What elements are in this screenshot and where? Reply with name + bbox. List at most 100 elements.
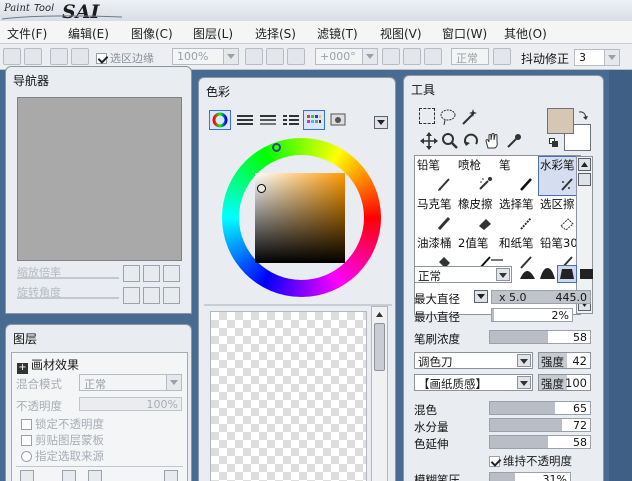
blur-pressure-slider[interactable]: 31% [489,472,571,481]
brush-slot[interactable]: 橡皮擦 [457,196,497,234]
texture-dropdown[interactable]: 【画纸质感】 [414,374,533,391]
lock-opacity-checkbox[interactable] [21,419,32,430]
scroll-up-icon[interactable] [373,308,386,321]
clip-mask-toggle[interactable]: 剪贴图层蒙板 [21,432,104,448]
menu-edit[interactable]: 编辑(E) [68,25,109,42]
menu-file[interactable]: 文件(F) [7,25,47,42]
brush-slot[interactable]: 选择笔 [498,196,538,234]
texture-strength-field[interactable]: 强度 100 [538,374,591,391]
brush-slot[interactable]: 铅笔 [416,157,456,195]
layer-blend-dropdown[interactable]: 正常 [79,374,182,391]
nav-zoom-out-button[interactable] [123,265,140,282]
hsv-slider-tab[interactable] [258,111,278,129]
selection-mode-button[interactable] [71,48,89,65]
scroll-thumb[interactable] [374,323,385,371]
nav-zoom-reset-button[interactable] [163,265,180,282]
zoom-icon[interactable] [441,132,459,150]
rotate-right-button[interactable] [403,48,421,65]
color-panel-menu-button[interactable] [374,116,388,129]
lock-opacity-toggle[interactable]: 锁定不透明度 [21,416,104,432]
hand-icon[interactable] [483,132,501,150]
brush-slot[interactable]: 马克笔 [416,196,456,234]
rgb-slider-tab[interactable] [235,111,255,129]
scratchpad-tab[interactable] [328,111,348,129]
persistence-slider[interactable]: 58 [489,435,591,449]
zoom-slider[interactable] [17,277,119,279]
density-slider[interactable]: 58 [489,330,591,344]
navigator-preview[interactable] [17,97,182,261]
stabilizer-dropdown[interactable]: 3 [574,49,620,66]
rotation-dropdown[interactable]: +000° [315,48,378,65]
nav-rotate-reset-button[interactable] [163,287,180,304]
magic-wand-icon[interactable] [460,108,478,126]
swatches-tab[interactable] [303,110,325,130]
brush-slot[interactable]: 喷枪 [457,157,497,195]
selection-tool-button[interactable] [50,48,68,65]
layer-opacity-slider[interactable]: 100% [79,397,182,411]
new-layer-button[interactable] [20,470,34,481]
zoom-in-button[interactable] [266,48,284,65]
clip-mask-checkbox[interactable] [21,435,32,446]
min-size-slider[interactable]: 2% [491,308,573,322]
rotate-reset-button[interactable] [424,48,442,65]
menu-select[interactable]: 选择(S) [255,25,296,42]
keep-opacity-checkbox[interactable] [489,456,500,467]
menu-filter[interactable]: 滤镜(T) [317,25,358,42]
brush-slot[interactable]: 笔 [498,157,538,195]
dilution-slider[interactable]: 72 [489,418,591,432]
select-source-toggle[interactable]: 指定选取来源 [21,448,104,464]
brush-shape-hard[interactable] [557,265,577,283]
rotate-left-button[interactable] [382,48,400,65]
menu-layer[interactable]: 图层(L) [193,25,233,42]
move-icon[interactable] [420,132,438,150]
paper-effect-toggle[interactable]: + 画材效果 [17,356,79,374]
brush-shape-medium[interactable] [538,266,557,282]
shape-strength-field[interactable]: 强度 42 [538,352,591,369]
color-wheel-tab[interactable] [209,110,231,130]
hue-marker[interactable] [272,143,281,152]
zoom-dropdown[interactable]: 100% [172,48,239,65]
rotate-icon[interactable] [462,132,480,150]
foreground-color-swatch[interactable] [547,108,574,134]
menu-other[interactable]: 其他(O) [504,25,547,42]
select-edge-checkbox[interactable] [96,53,107,64]
size-multiplier-button[interactable] [474,290,488,303]
nav-rotate-right-button[interactable] [143,287,160,304]
swap-colors-icon[interactable] [577,109,589,121]
flip-view-button[interactable] [493,48,511,65]
eyedropper-icon[interactable] [505,132,523,150]
select-source-radio[interactable] [21,451,32,462]
max-size-slider[interactable]: x 5.0 445.0 [491,290,591,304]
new-set-button[interactable] [62,470,76,481]
select-edge-toggle[interactable]: 选区边缘 [96,50,154,66]
brush-blend-dropdown[interactable]: 正常 [414,266,512,283]
scratchpad-scrollbar[interactable] [371,306,388,481]
reset-colors-icon[interactable] [549,138,559,148]
brush-slot[interactable]: 选区擦 [539,196,579,234]
sv-marker[interactable] [257,184,266,193]
brush-shape-dropdown[interactable]: 调色刀 [414,352,533,369]
saturation-value-square[interactable] [255,173,345,263]
menu-window[interactable]: 窗口(W) [442,25,487,42]
nav-rotate-left-button[interactable] [123,287,140,304]
keep-opacity-toggle[interactable]: 维持不透明度 [489,453,572,469]
brush-slot-selected[interactable]: 水彩笔 [538,156,580,196]
scroll-thumb[interactable] [578,173,591,186]
brush-shape-square[interactable] [578,266,595,282]
deselect-button[interactable] [3,48,21,65]
layer-delete-button[interactable] [164,470,178,481]
menu-image[interactable]: 图像(C) [131,25,173,42]
view-blend-dropdown[interactable]: 正常 [451,48,489,65]
menu-view[interactable]: 视图(V) [380,25,422,42]
brush-shape-soft[interactable] [518,266,537,282]
blending-slider[interactable]: 65 [489,401,591,415]
mixer-tab[interactable] [281,111,301,129]
rect-select-icon[interactable] [419,108,435,124]
scroll-up-icon[interactable] [578,158,591,171]
invert-selection-button[interactable] [24,48,42,65]
rotate-slider[interactable] [17,297,119,299]
zoom-reset-button[interactable] [287,48,305,65]
zoom-out-button[interactable] [245,48,263,65]
scratchpad-canvas[interactable] [210,311,367,481]
new-folder-button[interactable] [88,470,102,481]
